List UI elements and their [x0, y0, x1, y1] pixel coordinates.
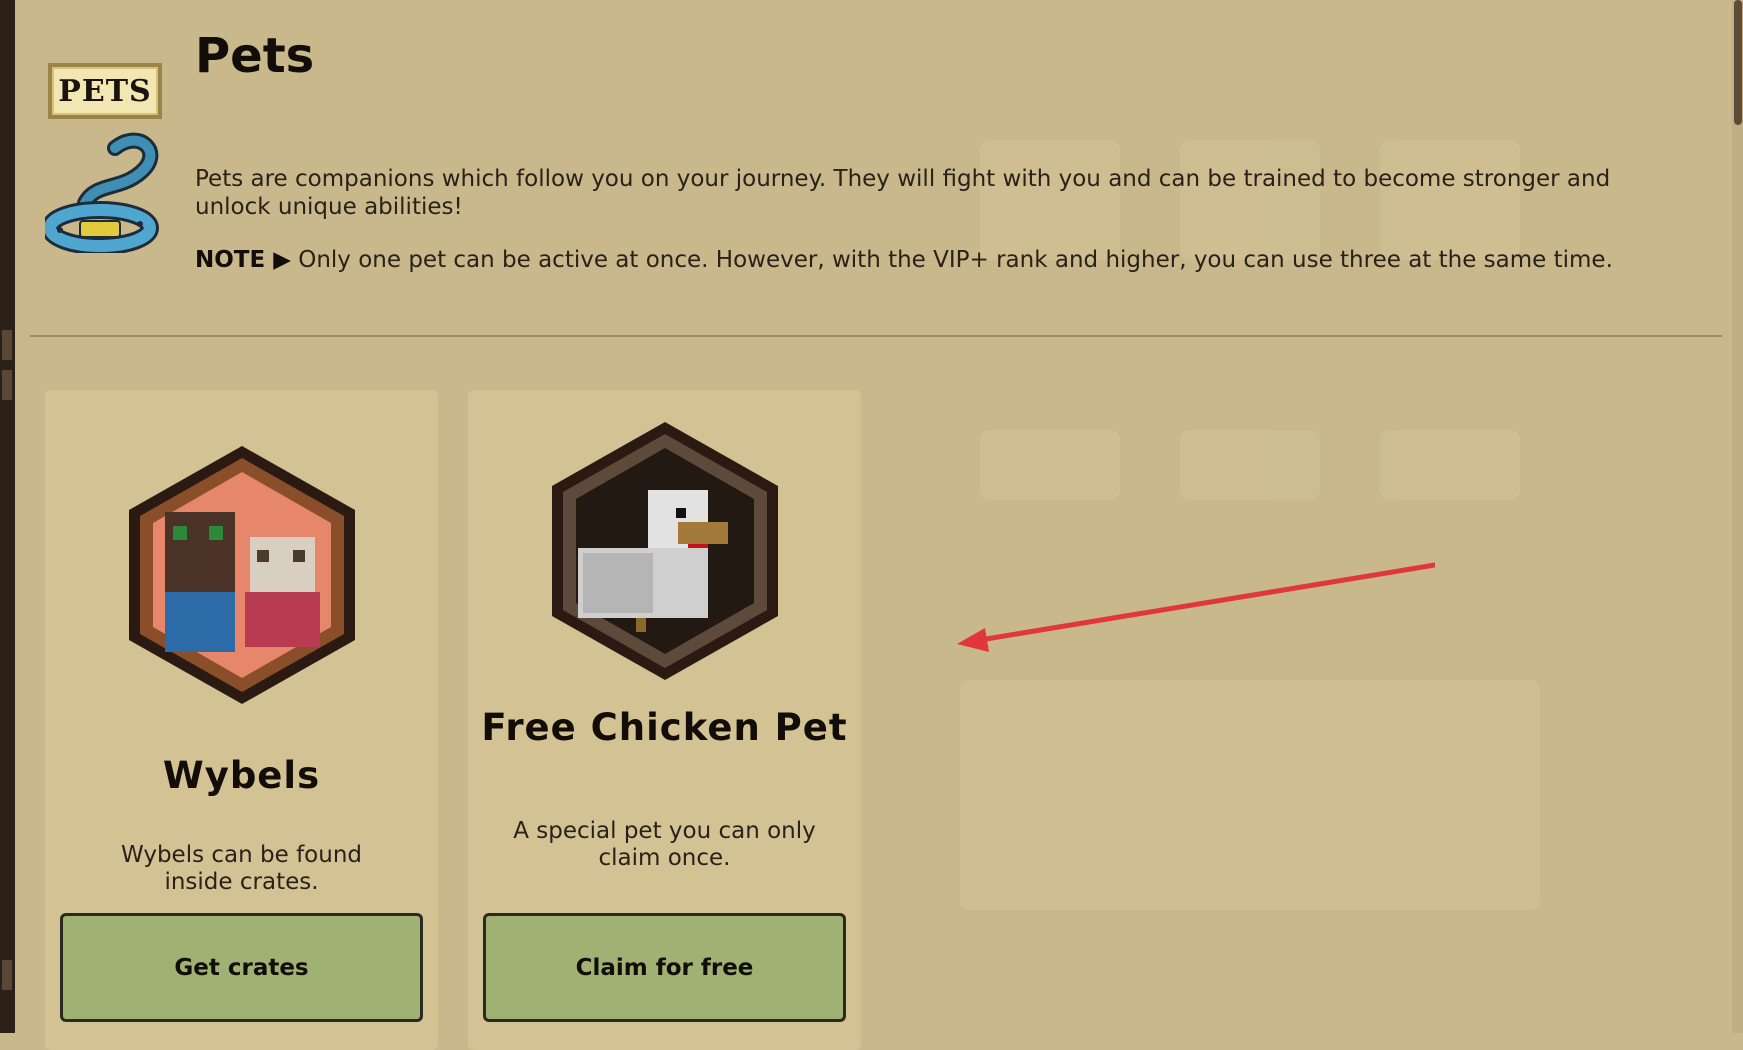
- note-body: Only one pet can be active at once. Howe…: [298, 247, 1613, 273]
- red-arrow-icon: [957, 562, 1435, 652]
- card-description: Wybels can be found inside crates.: [121, 842, 362, 895]
- card-title: Wybels: [162, 754, 321, 797]
- pet-card-free-chicken: Free Chicken Pet A special pet you can o…: [468, 390, 861, 1050]
- background-faded-panel: [900, 100, 1600, 950]
- wybels-hexagon-icon: [129, 446, 355, 704]
- scrollbar-thumb[interactable]: [1734, 0, 1742, 125]
- note-text: NOTE ▶ Only one pet can be active at onc…: [195, 246, 1613, 274]
- scrollbar[interactable]: [1732, 0, 1743, 1033]
- divider: [30, 335, 1722, 337]
- left-edge-strip: [0, 0, 15, 1033]
- card-description: A special pet you can only claim once.: [513, 818, 816, 871]
- card-title: Free Chicken Pet: [481, 706, 848, 749]
- note-label: NOTE ▶: [195, 247, 291, 273]
- pets-logo: PETS: [45, 60, 165, 260]
- page-title: Pets: [195, 28, 315, 84]
- chicken-hexagon-icon: [552, 422, 778, 680]
- leash-icon: [45, 132, 159, 253]
- claim-for-free-button[interactable]: Claim for free: [483, 913, 846, 1022]
- pets-tag-icon: PETS: [48, 63, 162, 119]
- get-crates-button[interactable]: Get crates: [60, 913, 423, 1022]
- intro-text: Pets are companions which follow you on …: [195, 166, 1611, 220]
- pet-card-wybels: Wybels Wybels can be found inside crates…: [45, 390, 438, 1050]
